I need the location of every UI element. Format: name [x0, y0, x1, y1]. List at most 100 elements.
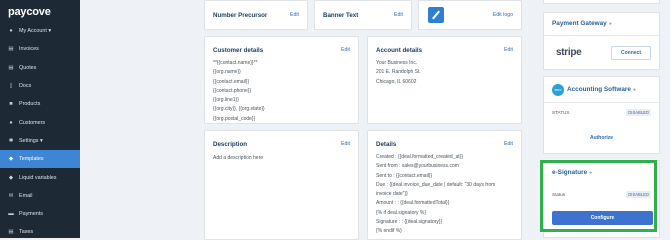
sidebar-item-label: My Account ▾ [19, 28, 52, 35]
sidebar-item-label: Email [19, 192, 33, 199]
gear-icon: ✱ [8, 137, 14, 144]
stripe-logo: stripe [556, 47, 582, 58]
sidebar-item-invoices[interactable]: ▤ Invoices [0, 40, 80, 58]
user-icon: ● [9, 28, 13, 35]
sidebar-item-my-account[interactable]: ● My Account ▾ [0, 22, 80, 40]
sidebar-item-taxes[interactable]: ▤ Taxes [0, 223, 80, 240]
customer-details-body: **{{contact.name}}** {{org.name}} {{cont… [213, 59, 350, 124]
details-line: Sent to : {{contact.email}} [376, 172, 433, 179]
logo-thumbnail-icon[interactable] [428, 7, 444, 23]
people-icon: ● [9, 119, 13, 126]
account-details-card: Account details Edit Your Business Inc. … [367, 36, 522, 124]
details-card: Details Edit Created : {{deal.formatted_… [367, 130, 522, 240]
top-integration-card-edge [543, 0, 660, 4]
sidebar: paycove ● My Account ▾ ▤ Invoices ▤ Quotes … [0, 0, 80, 238]
number-precursor-edit-link[interactable]: Edit [290, 12, 299, 18]
sidebar-item-label: Liquid variables [19, 174, 57, 181]
details-line: Signature : : {{deal.signatory}} [376, 219, 443, 226]
sidebar-item-quotes[interactable]: ▤ Quotes [0, 59, 80, 77]
connect-button[interactable]: Connect [611, 46, 651, 60]
account-line: Your Business Inc. [376, 60, 418, 66]
banner-text-title: Banner Text [323, 12, 359, 19]
sidebar-item-label: Quotes [19, 64, 37, 71]
payment-gateway-title: Payment Gateway ● [552, 20, 612, 27]
description-card: Description Edit Add a description here [204, 130, 359, 240]
customer-details-card: Customer details Edit **{{contact.name}}… [204, 36, 359, 124]
payment-gateway-title-text: Payment Gateway [552, 20, 607, 27]
details-line: Sent from : sales@yourbusiness.com [376, 163, 459, 170]
sidebar-item-label: Docs [19, 83, 32, 90]
divider [544, 35, 659, 36]
banner-text-edit-link[interactable]: Edit [394, 12, 403, 18]
sidebar-item-templates[interactable]: ◆ Templates [0, 150, 80, 169]
description-placeholder[interactable]: Add a description here [213, 154, 350, 163]
number-precursor-card: Number Precursor Edit [204, 0, 308, 30]
details-line: invoice date"}} [376, 191, 408, 198]
details-edit-link[interactable]: Edit [504, 141, 513, 147]
details-line: {% if deal.signatory %} [376, 209, 427, 216]
customer-line: {{org.name}} [213, 69, 241, 76]
accounting-software-card: xero Accounting Software ● STATUS DISABLE… [543, 76, 660, 154]
payment-gateway-card: Payment Gateway ● stripe Connect [543, 12, 660, 70]
paycove-logo[interactable]: paycove [8, 6, 51, 18]
number-precursor-title: Number Precursor [213, 12, 268, 19]
details-line: Due : {{deal.invoice_due_date | default:… [376, 181, 496, 188]
sidebar-item-payments[interactable]: ▬ Payments [0, 205, 80, 223]
sidebar-item-label: Products [19, 101, 41, 108]
customer-details-edit-link[interactable]: Edit [341, 47, 350, 53]
sidebar-nav: ● My Account ▾ ▤ Invoices ▤ Quotes ▯ Docs ■ P… [0, 22, 80, 240]
divider [544, 102, 659, 103]
sidebar-item-docs[interactable]: ▯ Docs [0, 77, 80, 95]
customer-line: {{org.city}}, {{org.state}} [213, 106, 265, 113]
variables-icon: ◆ [8, 174, 14, 181]
help-icon[interactable]: ● [609, 21, 612, 27]
description-edit-link[interactable]: Edit [341, 141, 350, 147]
customer-details-title: Customer details [213, 47, 264, 54]
content-gutter [80, 0, 202, 238]
accounting-status-label: STATUS [552, 110, 570, 115]
account-details-edit-link[interactable]: Edit [504, 47, 513, 53]
sidebar-item-products[interactable]: ■ Products [0, 95, 80, 113]
esignature-highlight-frame [540, 160, 657, 232]
sidebar-item-label: Templates [19, 156, 44, 163]
customer-line: {{org.line1}} [213, 97, 239, 104]
details-line: Amount : : {{deal.formattedTotal}} [376, 200, 450, 207]
sidebar-item-label: Payments [19, 211, 43, 218]
banner-text-card: Banner Text Edit [314, 0, 412, 30]
mail-icon: ✉ [8, 192, 14, 199]
sidebar-item-label: Taxes [19, 229, 34, 236]
details-line: Created : {{deal.formatted_created_at}} [376, 154, 464, 160]
quote-icon: ▤ [8, 64, 14, 71]
customer-line: {{contact.email}} [213, 78, 250, 85]
account-line: 201 E. Randolph St. [376, 69, 421, 76]
sidebar-item-customers[interactable]: ● Customers [0, 113, 80, 131]
authorize-button[interactable]: Authorize [544, 135, 659, 141]
accounting-software-title: Accounting Software ● [567, 86, 636, 93]
xero-logo: xero [552, 84, 564, 96]
account-details-body: Your Business Inc. 201 E. Randolph St. C… [376, 59, 513, 87]
doc-icon: ▯ [9, 83, 13, 90]
customer-line: **{{contact.name}}** [213, 60, 258, 66]
invoice-icon: ▤ [8, 46, 14, 53]
customer-line: {{org.postal_code}} [213, 115, 256, 122]
template-icon: ◆ [8, 156, 14, 163]
details-body: Created : {{deal.formatted_created_at}} … [376, 153, 513, 237]
card-icon: ▬ [8, 211, 14, 218]
sidebar-item-label: Invoices [19, 46, 39, 53]
tax-icon: ▤ [8, 229, 14, 236]
details-line: {% endif %} [376, 228, 402, 235]
sidebar-item-label: Customers [19, 119, 46, 126]
sidebar-item-settings[interactable]: ✱ Settings ▾ [0, 132, 80, 150]
sidebar-item-label: Settings ▾ [19, 137, 43, 144]
details-title: Details [376, 141, 397, 148]
edit-logo-link[interactable]: Edit logo [493, 12, 513, 18]
account-line: Chicago, IL 60602 [376, 78, 417, 85]
accounting-status-badge: DISABLED [626, 109, 651, 116]
accounting-software-title-text: Accounting Software [567, 86, 631, 93]
account-details-title: Account details [376, 47, 423, 54]
box-icon: ■ [9, 101, 13, 108]
sidebar-item-liquid-variables[interactable]: ◆ Liquid variables [0, 168, 80, 186]
sidebar-item-email[interactable]: ✉ Email [0, 187, 80, 205]
description-title: Description [213, 141, 248, 148]
help-icon[interactable]: ● [633, 87, 636, 93]
